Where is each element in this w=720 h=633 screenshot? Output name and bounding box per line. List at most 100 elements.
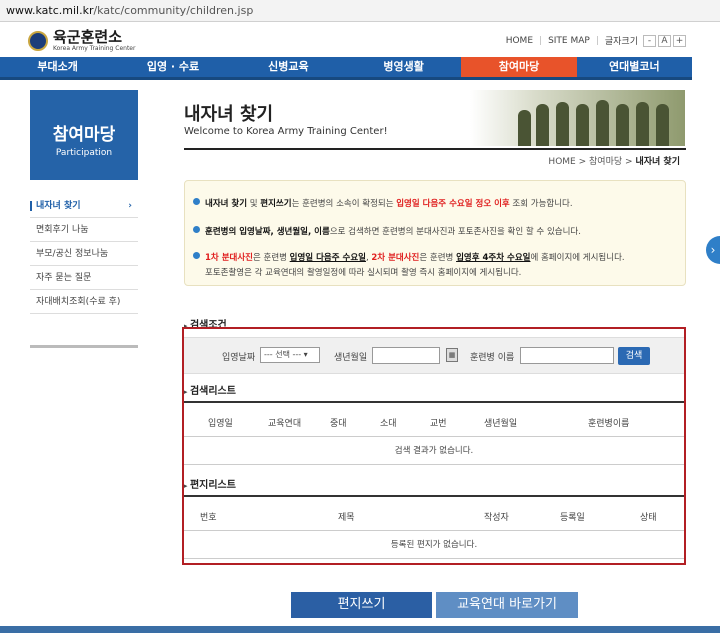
font-increase-button[interactable]: + <box>673 34 686 47</box>
nav-item-barracks[interactable]: 병영생활 <box>346 57 461 77</box>
column-header: 작성자 <box>484 513 509 523</box>
letter-section-title: 편지리스트 <box>184 476 236 491</box>
soldier-figure <box>616 104 629 146</box>
utility-links: HOME | SITE MAP | 글자크기 - A + <box>506 34 686 47</box>
column-header: 생년월일 <box>484 419 518 429</box>
site-logo[interactable]: 육군훈련소 Korea Army Training Center <box>28 28 135 54</box>
column-header: 중대 <box>330 419 347 429</box>
nav-item-enlistment[interactable]: 입영 · 수료 <box>115 57 230 77</box>
notice-text: 으로 검색하면 훈련병의 분대사진과 포토존사진을 확인 할 수 있습니다. <box>329 227 581 237</box>
notice-text: 은 훈련병 <box>252 253 290 263</box>
column-header: 제목 <box>338 513 355 523</box>
result-table: 입영일 교육연대 중대 소대 교번 생년월일 훈련병이름 검색 결과가 없습니다… <box>184 401 684 465</box>
sidebar-item-faq[interactable]: 자주 묻는 질문 <box>30 266 138 290</box>
notice-line-3: 1차 분대사진은 훈련병 입영일 다음주 수요일, 2차 분대사진은 훈련병 입… <box>193 251 625 263</box>
site-header: 육군훈련소 Korea Army Training Center HOME | … <box>0 22 700 56</box>
soldier-figure <box>556 102 569 146</box>
breadcrumb-current: 내자녀 찾기 <box>635 157 680 167</box>
calendar-icon[interactable]: ▦ <box>446 348 458 362</box>
divider: | <box>539 35 543 46</box>
column-header: 등록일 <box>560 513 585 523</box>
soldier-figure <box>536 104 549 146</box>
breadcrumb-participation[interactable]: 참여마당 <box>589 157 622 167</box>
notice-text: 입영일 다음주 수요일 <box>289 253 366 263</box>
sidebar-item-label: 부모/공신 정보나눔 <box>36 249 109 259</box>
home-link[interactable]: HOME <box>506 36 533 46</box>
nav-item-unit-intro[interactable]: 부대소개 <box>0 57 115 77</box>
nav-item-training[interactable]: 신병교육 <box>231 57 346 77</box>
bullet-icon <box>193 198 200 205</box>
nav-divider <box>0 77 692 80</box>
sidebar-item-parent-info[interactable]: 부모/공신 정보나눔 <box>30 242 138 266</box>
sitemap-link[interactable]: SITE MAP <box>548 36 590 46</box>
sidebar-title: 참여마당 Participation <box>30 90 138 180</box>
notice-line-4: 포토존촬영은 각 교육연대의 촬영일정에 따라 실시되며 촬영 즉시 홈페이지에… <box>205 268 522 278</box>
font-decrease-button[interactable]: - <box>643 34 656 47</box>
write-letter-button[interactable]: 편지쓰기 <box>291 592 432 618</box>
active-marker <box>30 201 32 211</box>
birthdate-label: 생년월일 <box>334 353 368 363</box>
bullet-icon <box>193 226 200 233</box>
trainee-name-label: 훈련병 이름 <box>470 353 515 363</box>
search-form: 입영날짜 --- 선택 --- ▾ 생년월일 ▦ 훈련병 이름 검색 <box>184 337 684 374</box>
nav-item-participation[interactable]: 참여마당 <box>461 57 577 77</box>
page-subtitle: Welcome to Korea Army Training Center! <box>184 126 388 137</box>
column-header: 교번 <box>430 419 447 429</box>
column-header: 상태 <box>640 513 657 523</box>
sidebar-item-find-child[interactable]: 내자녀 찾기 › <box>30 194 138 218</box>
enlist-date-label: 입영날짜 <box>222 353 256 363</box>
sidebar-item-assignment-lookup[interactable]: 자대배치조회(수료 후) <box>30 290 138 314</box>
empty-message: 등록된 편지가 없습니다. <box>184 531 684 559</box>
column-header: 입영일 <box>208 419 233 429</box>
empty-message: 검색 결과가 없습니다. <box>184 437 684 465</box>
notice-text: 은 훈련병 <box>419 253 457 263</box>
notice-line-2: 훈련병의 입영날짜, 생년월일, 이름으로 검색하면 훈련병의 분대사진과 포토… <box>193 225 581 237</box>
column-header: 교육연대 <box>268 419 302 429</box>
soldier-figure <box>636 102 649 146</box>
soldier-figure <box>518 110 531 146</box>
sidebar-item-visit-review[interactable]: 면회후기 나눔 <box>30 218 138 242</box>
logo-subtitle: Korea Army Training Center <box>53 44 136 52</box>
breadcrumb-home[interactable]: HOME <box>548 157 575 167</box>
search-button[interactable]: 검색 <box>618 347 650 365</box>
notice-box: 내자녀 찾기 및 편지쓰기는 훈련병의 소속이 확정되는 입영일 다음주 수요일… <box>184 180 686 286</box>
os-taskbar <box>0 626 720 633</box>
notice-highlight: 1차 분대사진 <box>205 253 253 263</box>
soldier-figure <box>596 100 609 146</box>
notice-text: 훈련병의 입영날짜, 생년월일, 이름 <box>205 227 330 237</box>
title-divider <box>184 148 686 150</box>
chevron-right-icon[interactable]: › <box>706 236 720 264</box>
notice-text: 입영후 4주차 수요일 <box>456 253 531 263</box>
sidebar-shadow <box>30 314 138 348</box>
notice-highlight: 2차 분대사진 <box>371 253 420 263</box>
sidebar-item-label: 자대배치조회(수료 후) <box>36 297 121 307</box>
notice-text: 는 훈련병의 소속이 확정되는 <box>291 199 397 209</box>
main-nav: 부대소개 입영 · 수료 신병교육 병영생활 참여마당 연대별코너 <box>0 57 692 77</box>
breadcrumb: HOME > 참여마당 > 내자녀 찾기 <box>548 154 680 167</box>
notice-text: 편지쓰기 <box>260 199 292 209</box>
regiment-shortcut-button[interactable]: 교육연대 바로가기 <box>436 592 578 618</box>
emblem-icon <box>28 31 48 51</box>
sidebar-menu: 내자녀 찾기 › 면회후기 나눔 부모/공신 정보나눔 자주 묻는 질문 자대배… <box>30 194 138 348</box>
address-bar[interactable]: www.katc.mil.kr/katc/community/children.… <box>0 0 720 22</box>
notice-highlight: 입영일 다음주 수요일 정오 이후 <box>396 199 510 209</box>
font-reset-button[interactable]: A <box>658 34 671 47</box>
nav-item-regiment[interactable]: 연대별코너 <box>577 57 692 77</box>
notice-text: 및 <box>247 199 261 209</box>
chevron-right-icon: › <box>128 201 132 211</box>
logo-title: 육군훈련소 <box>53 27 123 46</box>
birthdate-input[interactable] <box>372 347 440 364</box>
sidebar-title-english: Participation <box>55 148 113 158</box>
notice-text: 에 홈페이지에 게시됩니다. <box>530 253 625 263</box>
font-size-label: 글자크기 <box>604 37 638 47</box>
column-header: 훈련병이름 <box>588 419 630 429</box>
trainee-name-input[interactable] <box>520 347 614 364</box>
letter-table: 번호 제목 작성자 등록일 상태 등록된 편지가 없습니다. <box>184 495 684 559</box>
sidebar-item-label: 내자녀 찾기 <box>36 201 81 211</box>
url-domain: www.katc.mil.kr <box>6 4 94 17</box>
notice-text: 내자녀 찾기 <box>205 199 248 209</box>
enlist-date-select[interactable]: --- 선택 --- ▾ <box>260 347 320 363</box>
column-header: 소대 <box>380 419 397 429</box>
page-title: 내자녀 찾기 <box>184 104 274 125</box>
sidebar-item-label: 자주 묻는 질문 <box>36 273 92 283</box>
